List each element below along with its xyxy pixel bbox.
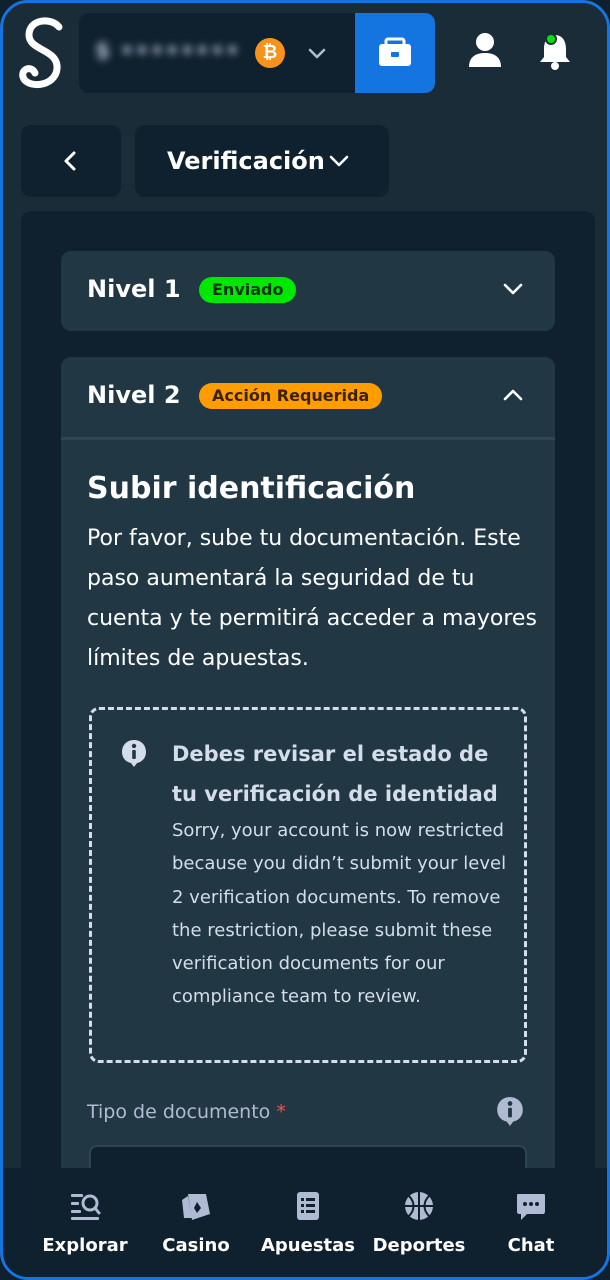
- balance-selector[interactable]: $ •••••••• ₿: [79, 13, 355, 93]
- betslip-icon: [297, 1192, 319, 1220]
- info-icon: [122, 740, 146, 767]
- document-type-label: Tipo de documento *: [87, 1101, 286, 1123]
- nav-apuestas-label: Apuestas: [260, 1235, 356, 1256]
- wallet-button[interactable]: [355, 13, 435, 93]
- bell-icon: [540, 33, 570, 70]
- balance-amount: $ ••••••••: [95, 39, 241, 64]
- divider: [61, 437, 555, 440]
- required-mark: *: [276, 1101, 286, 1123]
- app-frame: $ •••••••• ₿ Verificación Nivel 1 Enviad…: [0, 0, 610, 1280]
- nav-explorar[interactable]: Explorar: [25, 1168, 145, 1277]
- chevron-down-icon: [308, 48, 326, 59]
- section-dropdown-label: Verificación: [167, 147, 325, 175]
- user-icon: [469, 33, 501, 67]
- nav-deportes-label: Deportes: [372, 1235, 466, 1256]
- verification-notice: Debes revisar el estado de tu verificaci…: [89, 707, 527, 1063]
- notifications-button[interactable]: [531, 27, 579, 75]
- back-button[interactable]: [21, 125, 121, 197]
- bottom-nav: Explorar Casino Apuestas Deportes Chat: [3, 1168, 607, 1277]
- chevron-up-icon: [503, 389, 523, 401]
- nav-apuestas[interactable]: Apuestas: [248, 1168, 368, 1277]
- notice-title: Debes revisar el estado de tu verificaci…: [172, 742, 498, 806]
- section-dropdown[interactable]: Verificación: [135, 125, 389, 197]
- top-bar: $ •••••••• ₿: [3, 3, 607, 103]
- level-2-card: Nivel 2 Acción Requerida Subir identific…: [61, 357, 555, 1257]
- document-type-label-text: Tipo de documento: [87, 1101, 271, 1123]
- verification-panel: Nivel 1 Enviado Nivel 2 Acción Requerida…: [21, 211, 595, 1257]
- level-2-status-badge: Acción Requerida: [199, 383, 383, 409]
- profile-button[interactable]: [461, 27, 509, 75]
- chat-icon: [517, 1194, 545, 1220]
- level-2-title: Nivel 2: [87, 381, 181, 409]
- wallet-icon: [379, 37, 411, 66]
- nav-casino-label: Casino: [162, 1235, 230, 1256]
- chevron-down-icon: [503, 283, 523, 295]
- upload-title: Subir identificación: [87, 471, 416, 506]
- info-icon[interactable]: [495, 1095, 525, 1127]
- nav-casino[interactable]: Casino: [136, 1168, 256, 1277]
- cards-icon: [182, 1194, 210, 1220]
- level-1-status-badge: Enviado: [199, 277, 297, 303]
- upload-description: Por favor, sube tu documentación. Este p…: [87, 526, 537, 671]
- nav-chat[interactable]: Chat: [471, 1168, 591, 1277]
- nav-explorar-label: Explorar: [42, 1235, 128, 1256]
- level-2-header[interactable]: Nivel 2 Acción Requerida: [61, 357, 555, 437]
- basketball-icon: [405, 1192, 433, 1220]
- chevron-down-icon: [329, 155, 349, 167]
- bitcoin-icon: ₿: [255, 38, 285, 68]
- chevron-left-icon: [64, 151, 76, 171]
- level-1-card[interactable]: Nivel 1 Enviado: [61, 251, 555, 331]
- level-1-title: Nivel 1: [87, 275, 181, 303]
- logo[interactable]: [17, 13, 69, 93]
- notice-body: Sorry, your account is now restricted be…: [172, 820, 507, 1008]
- nav-chat-label: Chat: [507, 1235, 555, 1256]
- search-list-icon: [71, 1194, 101, 1220]
- nav-deportes[interactable]: Deportes: [359, 1168, 479, 1277]
